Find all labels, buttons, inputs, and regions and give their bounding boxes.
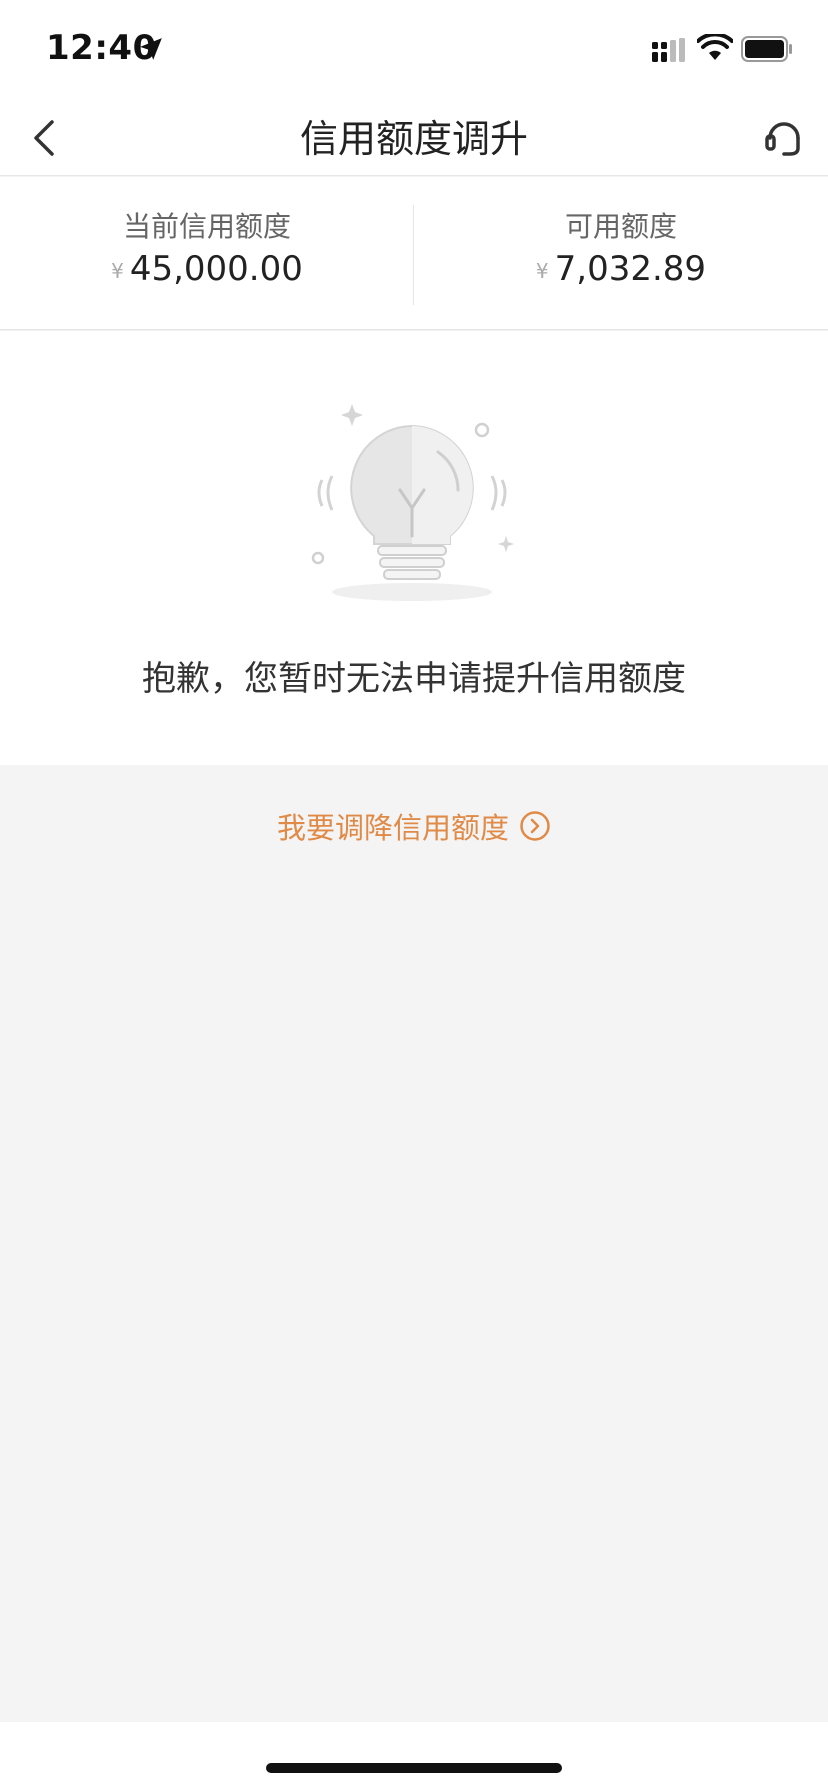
status-bar: 12:40 (0, 0, 828, 100)
location-arrow-icon (140, 38, 162, 60)
currency-symbol: ¥ (111, 258, 124, 283)
currency-symbol: ¥ (535, 258, 549, 283)
current-credit-block: 当前信用额度 ¥45,000.00 (0, 177, 414, 330)
screen: 12:40 信用额度调升 当前信用额度 ¥ 45,000.00 可用额度 ¥ 7… (0, 0, 828, 1792)
decrease-credit-label[interactable]: 我要调降信用额度 (277, 811, 509, 845)
wifi-icon (697, 34, 733, 60)
available-credit-label: 可用额度 (564, 210, 677, 243)
current-credit-value-row: ¥45,000.00 (0, 249, 414, 289)
decrease-credit-link[interactable]: 我要调降信用额度 (0, 805, 828, 855)
customer-service-icon[interactable] (762, 112, 806, 162)
notice-panel: 抱歉，您暂时无法申请提升信用额度 (0, 331, 828, 765)
available-credit-value: 7,032.89 (554, 249, 707, 289)
bottom-safe-area (0, 1722, 828, 1792)
available-credit-value-row: ¥7,032.89 (414, 249, 828, 289)
lightbulb-icon (311, 404, 514, 601)
page-title: 信用额度调升 (299, 117, 528, 161)
available-credit-block: 可用额度 ¥7,032.89 (414, 177, 828, 330)
home-indicator[interactable] (266, 1763, 562, 1773)
circle-arrow-right-icon[interactable] (519, 810, 551, 842)
credit-summary: 当前信用额度 ¥45,000.00 可用额度 ¥7,032.89 (0, 177, 828, 330)
current-credit-label: 当前信用额度 (122, 210, 291, 243)
navigation-bar: 信用额度调升 (0, 100, 828, 176)
notice-message: 抱歉，您暂时无法申请提升信用额度 (142, 659, 686, 699)
battery-icon (741, 36, 792, 62)
current-credit-value: 45,000.00 (129, 249, 303, 289)
signal-icon (652, 38, 685, 62)
